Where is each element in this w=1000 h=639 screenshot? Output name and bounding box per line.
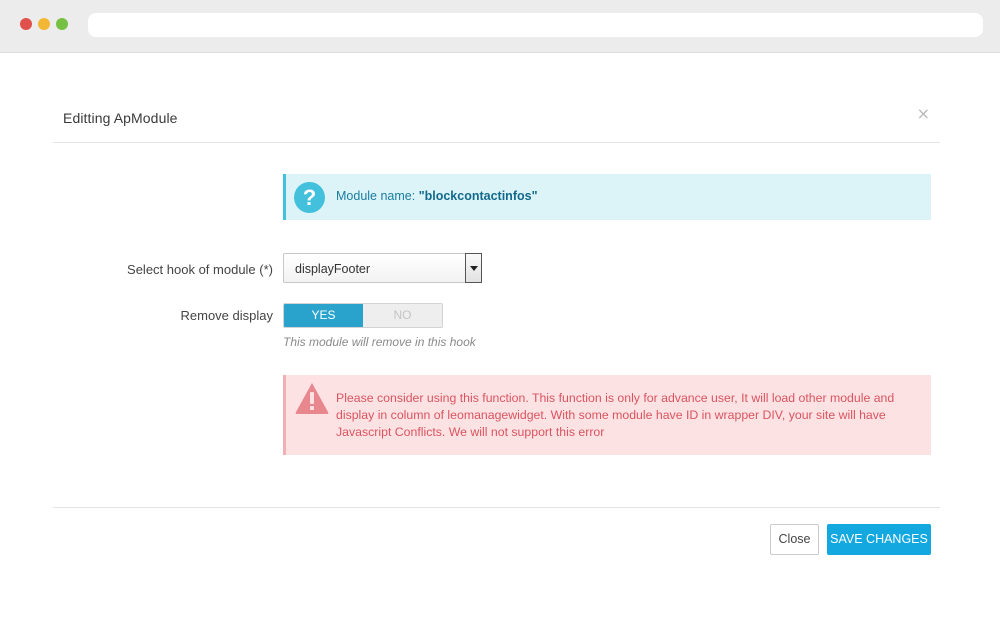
edit-module-modal: Editting ApModule × ? Module name: "bloc… [53,92,940,592]
save-changes-button[interactable]: SAVE CHANGES [827,524,931,555]
window-close-dot[interactable] [20,18,32,30]
module-name-value: "blockcontactinfos" [418,189,538,203]
module-name-prefix: Module name: [336,189,419,203]
toggle-yes-option[interactable]: YES [284,304,363,327]
remove-display-label: Remove display [180,308,274,323]
info-alert: ? Module name: "blockcontactinfos" [283,174,931,220]
hook-select-value: displayFooter [295,262,371,276]
modal-title: Editting ApModule [63,110,178,126]
danger-alert-text: Please consider using this function. Thi… [336,391,895,439]
close-icon[interactable]: × [917,106,930,122]
hook-select[interactable]: displayFooter [283,253,482,283]
question-icon: ? [294,182,325,213]
modal-header: Editting ApModule × [53,92,940,143]
warning-icon [295,383,329,414]
module-name-text: Module name: "blockcontactinfos" [336,189,538,203]
browser-toolbar [0,0,1000,53]
hook-label: Select hook of module (*) [127,262,273,277]
modal-footer-divider [53,507,940,508]
remove-display-toggle[interactable]: YES NO [283,303,443,328]
window-maximize-dot[interactable] [56,18,68,30]
address-bar[interactable] [88,13,983,37]
toggle-no-option[interactable]: NO [363,304,442,327]
close-button[interactable]: Close [770,524,819,555]
chevron-down-icon[interactable] [465,253,482,283]
remove-display-help: This module will remove in this hook [283,335,476,349]
window-minimize-dot[interactable] [38,18,50,30]
danger-alert: Please consider using this function. Thi… [283,375,931,455]
